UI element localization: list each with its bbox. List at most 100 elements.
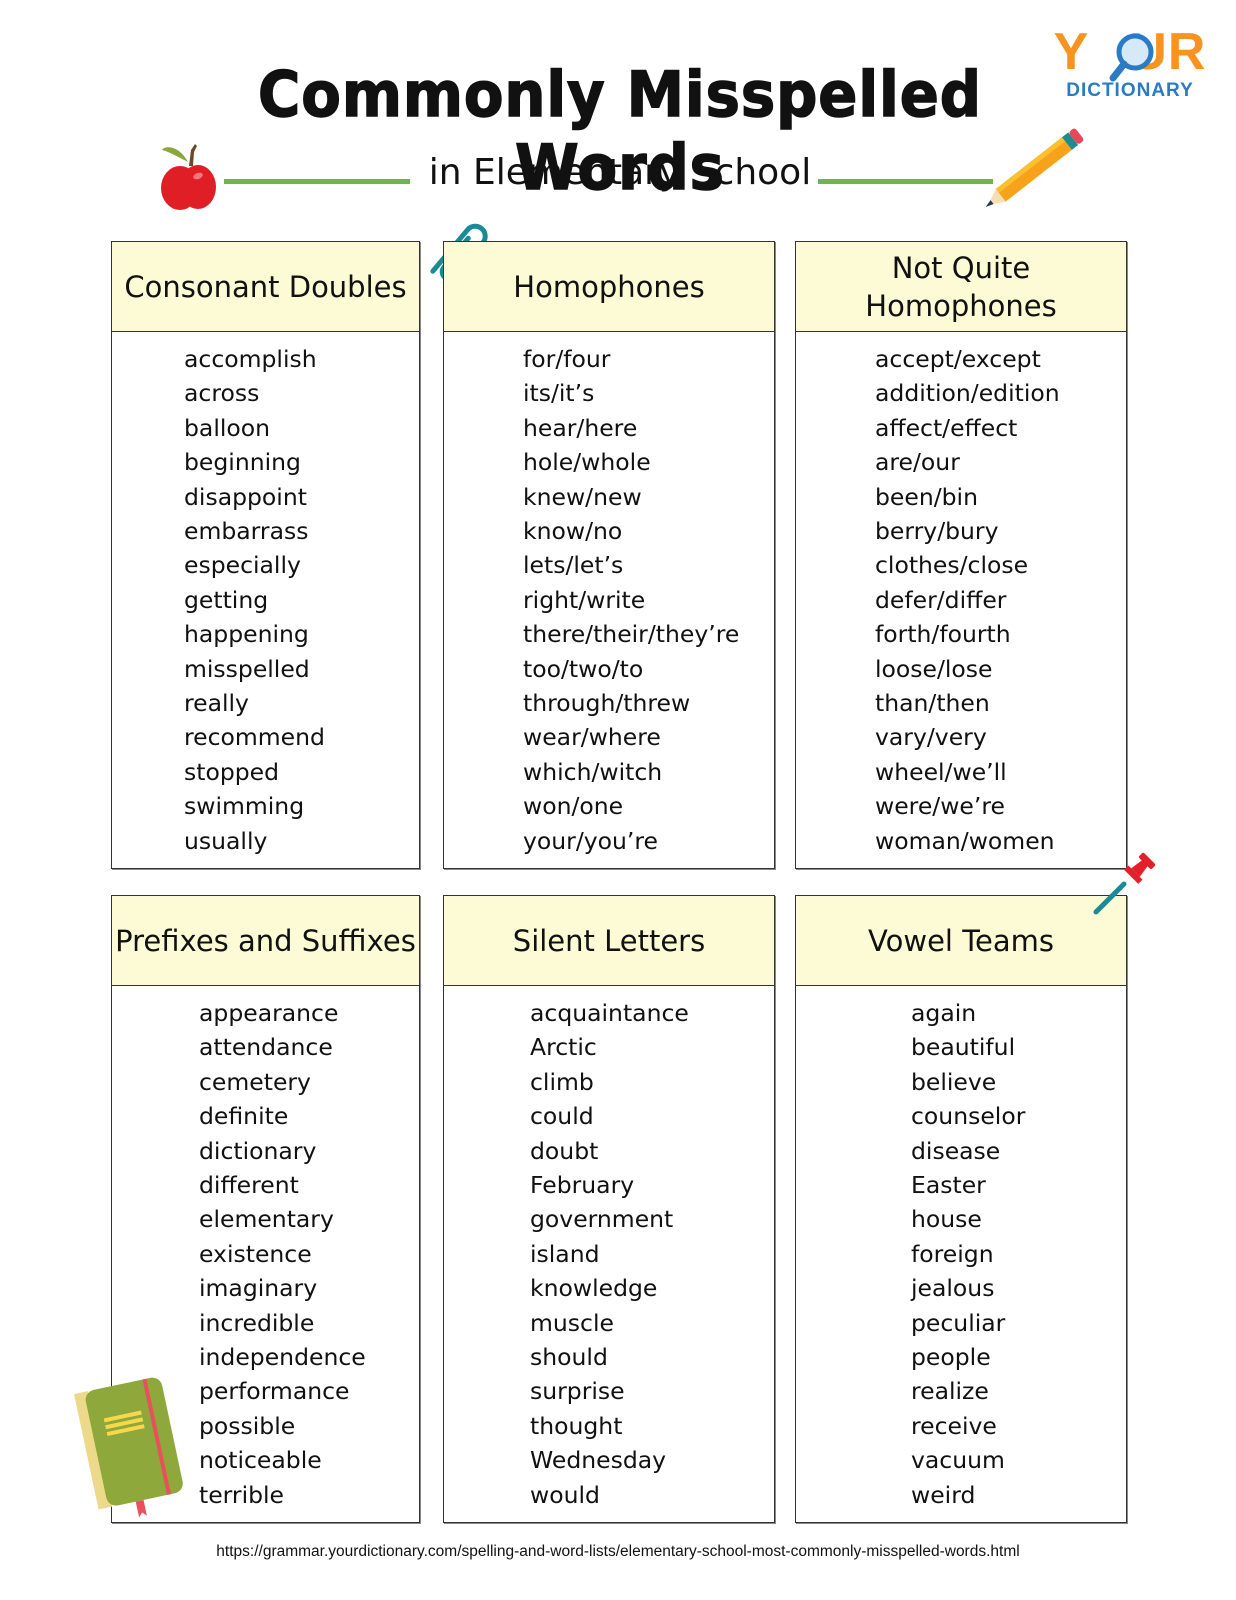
logo-wordmark: Y UR bbox=[1050, 23, 1210, 82]
word-list: accept/except addition/edition affect/effe… bbox=[875, 342, 1060, 858]
section-vowel-teams: Vowel Teams again beautiful believe counsel… bbox=[795, 895, 1127, 1523]
word-item: embarrass bbox=[184, 517, 309, 546]
word-item: its/it’s bbox=[523, 379, 595, 408]
word-item: weird bbox=[911, 1480, 976, 1509]
section-homophones: Homophones for/four its/it’s hear/here hole… bbox=[443, 241, 775, 869]
word-item: different bbox=[199, 1171, 299, 1200]
word-item: there/their/they’re bbox=[523, 620, 740, 649]
word-item: February bbox=[530, 1171, 635, 1200]
word-list: for/four its/it’s hear/here hole/whole knew/… bbox=[523, 342, 739, 858]
word-item: Easter bbox=[911, 1171, 986, 1200]
word-item: right/write bbox=[523, 585, 646, 614]
word-item: woman/women bbox=[875, 826, 1055, 855]
word-item: through/threw bbox=[523, 689, 691, 718]
section-heading: Homophones bbox=[444, 242, 774, 332]
word-item: receive bbox=[911, 1411, 997, 1440]
push-pin-icon bbox=[1093, 852, 1156, 915]
word-item: existence bbox=[199, 1239, 312, 1268]
word-item: jealous bbox=[911, 1274, 995, 1303]
word-item: which/witch bbox=[523, 757, 663, 786]
divider-right bbox=[818, 179, 993, 184]
notebook-icon bbox=[74, 1377, 183, 1518]
word-item: recommend bbox=[184, 723, 325, 752]
word-item: foreign bbox=[911, 1239, 994, 1268]
word-item: vary/very bbox=[875, 723, 987, 752]
word-item: wheel/we’ll bbox=[875, 757, 1007, 786]
word-item: forth/fourth bbox=[875, 620, 1011, 649]
word-item: realize bbox=[911, 1377, 989, 1406]
word-item: were/we’re bbox=[875, 792, 1005, 821]
word-item: disease bbox=[911, 1136, 1001, 1165]
word-item: lets/let’s bbox=[523, 551, 624, 580]
word-item: happening bbox=[184, 620, 309, 649]
word-item: usually bbox=[184, 826, 268, 855]
word-item: independence bbox=[199, 1343, 366, 1372]
word-item: again bbox=[911, 999, 977, 1027]
word-item: would bbox=[530, 1480, 600, 1509]
magnifier-icon bbox=[1109, 33, 1154, 82]
word-item: people bbox=[911, 1343, 991, 1372]
divider-left bbox=[224, 179, 410, 184]
word-item: beginning bbox=[184, 448, 301, 477]
word-item: performance bbox=[199, 1377, 350, 1406]
section-not-quite-homophones: Not Quite Homophones accept/except additi… bbox=[795, 241, 1127, 869]
word-item: could bbox=[530, 1102, 594, 1131]
word-item: attendance bbox=[199, 1033, 333, 1062]
word-item: getting bbox=[184, 585, 269, 614]
word-item: won/one bbox=[523, 792, 624, 821]
word-item: island bbox=[530, 1239, 600, 1268]
word-item: than/then bbox=[875, 689, 990, 718]
word-item: acquaintance bbox=[530, 999, 689, 1027]
word-item: stopped bbox=[184, 757, 280, 786]
word-item: hole/whole bbox=[523, 448, 651, 477]
word-item: berry/bury bbox=[875, 517, 999, 546]
word-item: knew/new bbox=[523, 482, 642, 511]
word-item: possible bbox=[199, 1411, 296, 1440]
word-item: accomplish bbox=[184, 345, 317, 373]
word-item: affect/effect bbox=[875, 413, 1018, 442]
word-item: dictionary bbox=[199, 1136, 317, 1165]
word-item: hear/here bbox=[523, 413, 638, 442]
word-item: too/two/to bbox=[523, 654, 644, 683]
word-item: for/four bbox=[523, 345, 611, 373]
word-list: acquaintance Arctic climb could doubt Februar… bbox=[530, 996, 689, 1512]
word-item: disappoint bbox=[184, 482, 307, 511]
page-subtitle: in Elementary School bbox=[428, 152, 812, 193]
word-item: balloon bbox=[184, 413, 271, 442]
word-item: your/you’re bbox=[523, 826, 659, 855]
word-item: addition/edition bbox=[875, 379, 1060, 408]
word-item: government bbox=[530, 1205, 674, 1234]
logo-letter-y: Y bbox=[1053, 23, 1090, 81]
section-heading: Prefixes and Suffixes bbox=[112, 896, 419, 986]
word-item: loose/lose bbox=[875, 654, 993, 683]
word-item: imaginary bbox=[199, 1274, 318, 1303]
word-item: clothes/close bbox=[875, 551, 1029, 580]
word-item: are/our bbox=[875, 448, 960, 477]
word-item: been/bin bbox=[875, 482, 978, 511]
word-item: knowledge bbox=[530, 1274, 658, 1303]
word-item: terrible bbox=[199, 1480, 285, 1509]
word-item: should bbox=[530, 1343, 608, 1372]
word-item: Arctic bbox=[530, 1033, 597, 1062]
word-item: believe bbox=[911, 1067, 997, 1096]
section-consonant-doubles: Consonant Doubles accomplish across balloo… bbox=[111, 241, 420, 869]
word-item: house bbox=[911, 1205, 982, 1234]
word-item: vacuum bbox=[911, 1446, 1005, 1475]
section-heading: Consonant Doubles bbox=[112, 242, 419, 332]
section-heading: Vowel Teams bbox=[796, 896, 1126, 986]
word-list: again beautiful believe counselor disease Eas… bbox=[911, 996, 1025, 1512]
word-item: especially bbox=[184, 551, 301, 580]
word-item: surprise bbox=[530, 1377, 625, 1406]
word-item: elementary bbox=[199, 1205, 334, 1234]
word-item: cemetery bbox=[199, 1067, 311, 1096]
word-item: Wednesday bbox=[530, 1446, 667, 1475]
word-item: know/no bbox=[523, 517, 623, 546]
section-silent-letters: Silent Letters acquaintance Arctic climb co… bbox=[443, 895, 775, 1523]
word-item: accept/except bbox=[875, 345, 1041, 373]
word-item: across bbox=[184, 379, 260, 408]
word-item: misspelled bbox=[184, 654, 310, 683]
apple-icon bbox=[161, 144, 216, 210]
source-url[interactable]: https://grammar.yourdictionary.com/spell… bbox=[0, 1543, 1236, 1561]
word-list: accomplish across balloon beginning disappoi… bbox=[184, 342, 325, 858]
word-list: appearance attendance cemetery definite dict… bbox=[199, 996, 366, 1512]
